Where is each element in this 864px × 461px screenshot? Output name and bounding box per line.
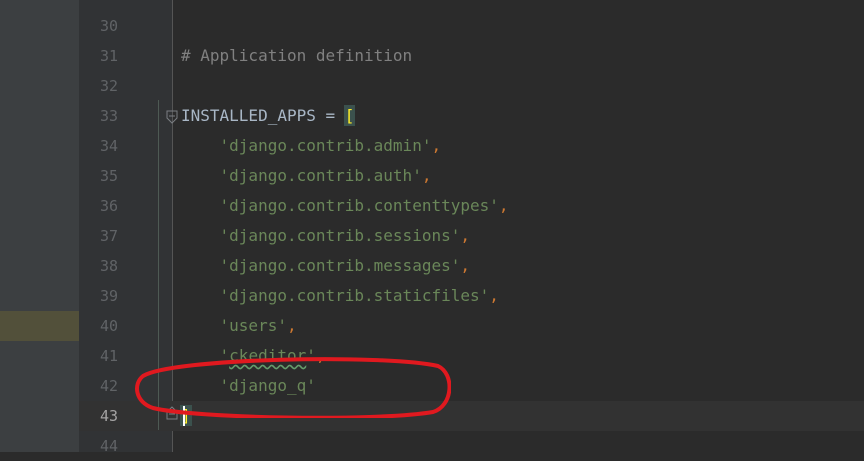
code-token: 'django.contrib.auth' — [181, 166, 422, 185]
code-text[interactable]: INSTALLED_APPS = [ — [181, 101, 356, 131]
code-text[interactable]: 'django.contrib.messages', — [181, 251, 470, 281]
code-text[interactable]: 'django.contrib.sessions', — [181, 221, 470, 251]
line-number: 38 — [99, 257, 118, 275]
code-line[interactable]: 44 — [0, 431, 864, 461]
line-number: 37 — [99, 227, 118, 245]
code-line[interactable]: 30 — [0, 11, 864, 41]
code-line[interactable]: 32 — [0, 71, 864, 101]
code-line[interactable]: 38 'django.contrib.messages', — [0, 251, 864, 281]
code-token: 'django.contrib.sessions' — [181, 226, 461, 245]
code-line[interactable]: 35 'django.contrib.auth', — [0, 161, 864, 191]
line-number: 41 — [99, 347, 118, 365]
code-token: # Application definition — [181, 46, 413, 65]
code-line[interactable]: 37 'django.contrib.sessions', — [0, 221, 864, 251]
code-text[interactable]: 'django.contrib.admin', — [181, 131, 442, 161]
code-token: 'users' — [181, 316, 287, 335]
line-number: 39 — [99, 287, 118, 305]
code-line[interactable]: 40 'users', — [0, 311, 864, 341]
line-number: 33 — [99, 107, 118, 125]
red-annotation-ellipse — [135, 357, 451, 418]
code-token: , — [498, 196, 509, 215]
code-token: , — [489, 286, 499, 305]
code-line[interactable]: 39 'django.contrib.staticfiles', — [0, 281, 864, 311]
code-token: , — [421, 166, 432, 185]
code-token: 'django.contrib.messages' — [181, 256, 461, 275]
code-token: , — [286, 316, 297, 335]
fold-collapse-icon[interactable] — [166, 110, 178, 124]
line-number: 30 — [99, 17, 118, 35]
code-text[interactable]: 'django.contrib.contenttypes', — [181, 191, 509, 221]
code-token: = — [315, 106, 345, 125]
code-token: , — [431, 136, 442, 155]
line-number: 43 — [99, 407, 118, 425]
code-line[interactable]: 31 # Application definition — [0, 41, 864, 71]
line-number: 35 — [99, 167, 118, 185]
code-token: , — [460, 226, 470, 245]
line-number: 40 — [99, 317, 118, 335]
line-number: 44 — [99, 437, 118, 455]
code-token: INSTALLED_APPS — [181, 106, 316, 125]
code-text[interactable]: 'django.contrib.auth', — [181, 161, 432, 191]
line-number: 42 — [99, 377, 118, 395]
line-number: 34 — [99, 137, 118, 155]
code-token: , — [460, 256, 470, 275]
code-line[interactable]: 34 'django.contrib.admin', — [0, 131, 864, 161]
line-number: 32 — [99, 77, 118, 95]
code-text[interactable]: 'django.contrib.staticfiles', — [181, 281, 499, 311]
code-line[interactable]: 36 'django.contrib.contenttypes', — [0, 191, 864, 221]
line-number: 36 — [99, 197, 118, 215]
line-number: 31 — [99, 47, 118, 65]
code-token: 'django.contrib.staticfiles' — [181, 286, 490, 305]
code-text[interactable]: # Application definition — [181, 41, 412, 71]
code-text[interactable]: 'users', — [181, 311, 297, 341]
code-token: [ — [343, 105, 356, 126]
code-line[interactable]: 33 INSTALLED_APPS = [ — [0, 101, 864, 131]
code-token: 'django.contrib.admin' — [181, 136, 432, 155]
code-token: 'django.contrib.contenttypes' — [181, 196, 499, 215]
